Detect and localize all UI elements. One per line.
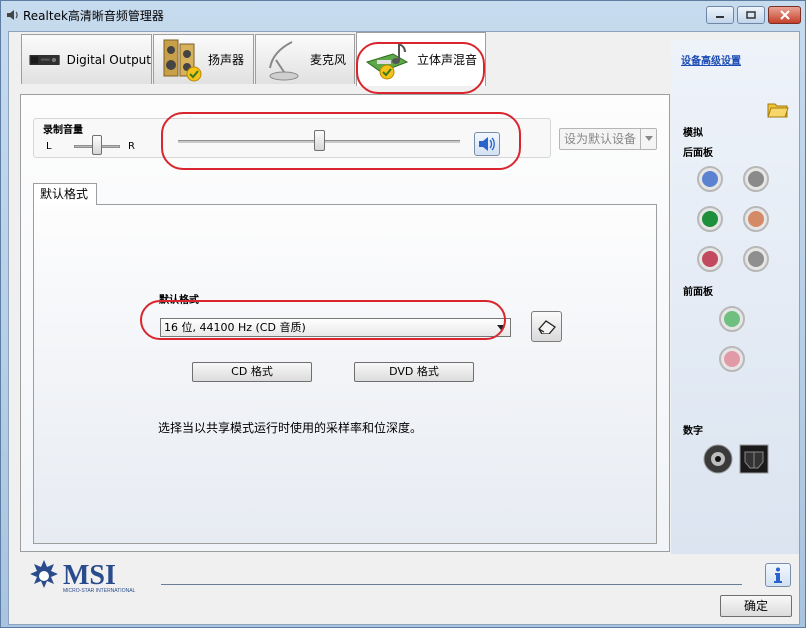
optical-digital-icon[interactable] [739,444,769,474]
info-button[interactable] [765,563,791,587]
set-default-device-label: 设为默认设备 [564,132,637,146]
reset-format-button[interactable] [531,311,562,342]
tab-microphone[interactable]: 麦克风 [255,34,355,84]
folder-icon[interactable] [767,100,789,118]
tab-label: 麦克风 [310,53,347,67]
back-jack-blue[interactable] [697,166,723,192]
advanced-settings-link[interactable]: 设备高级设置 [681,52,741,67]
maximize-button[interactable] [737,6,765,24]
dropdown-arrow-icon [640,129,656,149]
default-format-value: 16 位, 44100 Hz (CD 音质) [164,321,306,334]
volume-slider-thumb[interactable] [314,130,325,151]
default-format-label: 默认格式 [159,295,199,306]
format-help-text: 选择当以共享模式运行时使用的采样率和位深度。 [158,421,423,435]
back-jack-pink[interactable] [697,246,723,272]
window-title: Realtek高清晰音频管理器 [23,9,164,23]
default-format-select[interactable]: 16 位, 44100 Hz (CD 音质) [160,318,511,337]
msi-brand-subtitle: MICRO-STAR INTERNATIONAL [63,588,136,594]
front-jack-pink[interactable] [719,346,745,372]
set-default-device-button[interactable]: 设为默认设备 [559,128,657,150]
digital-heading: 数字 [683,426,703,437]
back-jack-gray[interactable] [743,166,769,192]
close-icon [779,10,790,20]
speaker-app-icon [7,10,18,20]
cd-format-button[interactable]: CD 格式 [192,362,312,382]
tab-label: Digital Output [66,52,151,67]
speaker-volume-icon [479,137,495,151]
close-button[interactable] [768,6,801,24]
ok-button[interactable]: 确定 [720,595,792,617]
tab-content: 录制音量 L R 设为默认设备 默认格式 默认格式 16 位, 44100 Hz… [20,94,670,552]
minimize-icon [716,16,724,18]
msi-logo: MSI MICRO-STAR INTERNATIONAL [30,560,136,594]
maximize-icon [746,11,756,19]
minimize-button[interactable] [706,6,734,24]
tab-label: 扬声器 [208,53,245,67]
balance-slider-thumb[interactable] [92,135,102,155]
title-bar[interactable]: Realtek高清晰音频管理器 [1,1,805,29]
balance-right-label: R [128,141,135,152]
analog-heading: 模拟 [683,128,703,139]
select-arrow-icon [494,319,508,336]
back-panel-heading: 后面板 [683,148,713,159]
info-icon [774,567,782,583]
client-area: Digital Output 扬声器 麦克风 立体声混音 录制音量 L R 设为… [8,31,800,625]
back-jack-orange[interactable] [743,206,769,232]
tab-digital-output[interactable]: Digital Output [21,34,152,84]
eraser-icon [537,319,556,334]
front-panel-heading: 前面板 [683,287,713,298]
microphone-icon [269,40,299,80]
digital-output-icon [29,54,60,65]
balance-left-label: L [46,141,52,152]
tab-speakers[interactable]: 扬声器 [153,34,254,84]
stereo-mix-icon [365,42,409,79]
mute-button[interactable] [474,132,500,156]
msi-brand-text: MSI [63,560,116,591]
footer-divider [161,584,742,585]
coaxial-digital-icon[interactable] [703,444,733,474]
tab-label: 立体声混音 [417,53,478,67]
default-format-panel: 默认格式 16 位, 44100 Hz (CD 音质) CD 格式 DVD 格式 [33,204,657,544]
dvd-format-button[interactable]: DVD 格式 [354,362,474,382]
record-volume-title: 录制音量 [43,125,83,136]
connector-panel: 设备高级设置 模拟 后面板 前面板 数字 [671,40,799,554]
back-jack-green[interactable] [697,206,723,232]
tab-default-format[interactable]: 默认格式 [33,183,97,205]
audio-manager-window: Realtek高清晰音频管理器 Digital Output 扬声器 麦克风 立… [0,0,806,628]
front-jack-green[interactable] [719,306,745,332]
speaker-icon [163,39,202,81]
tab-stereo-mix[interactable]: 立体声混音 [356,32,486,86]
back-jack-gray-2[interactable] [743,246,769,272]
